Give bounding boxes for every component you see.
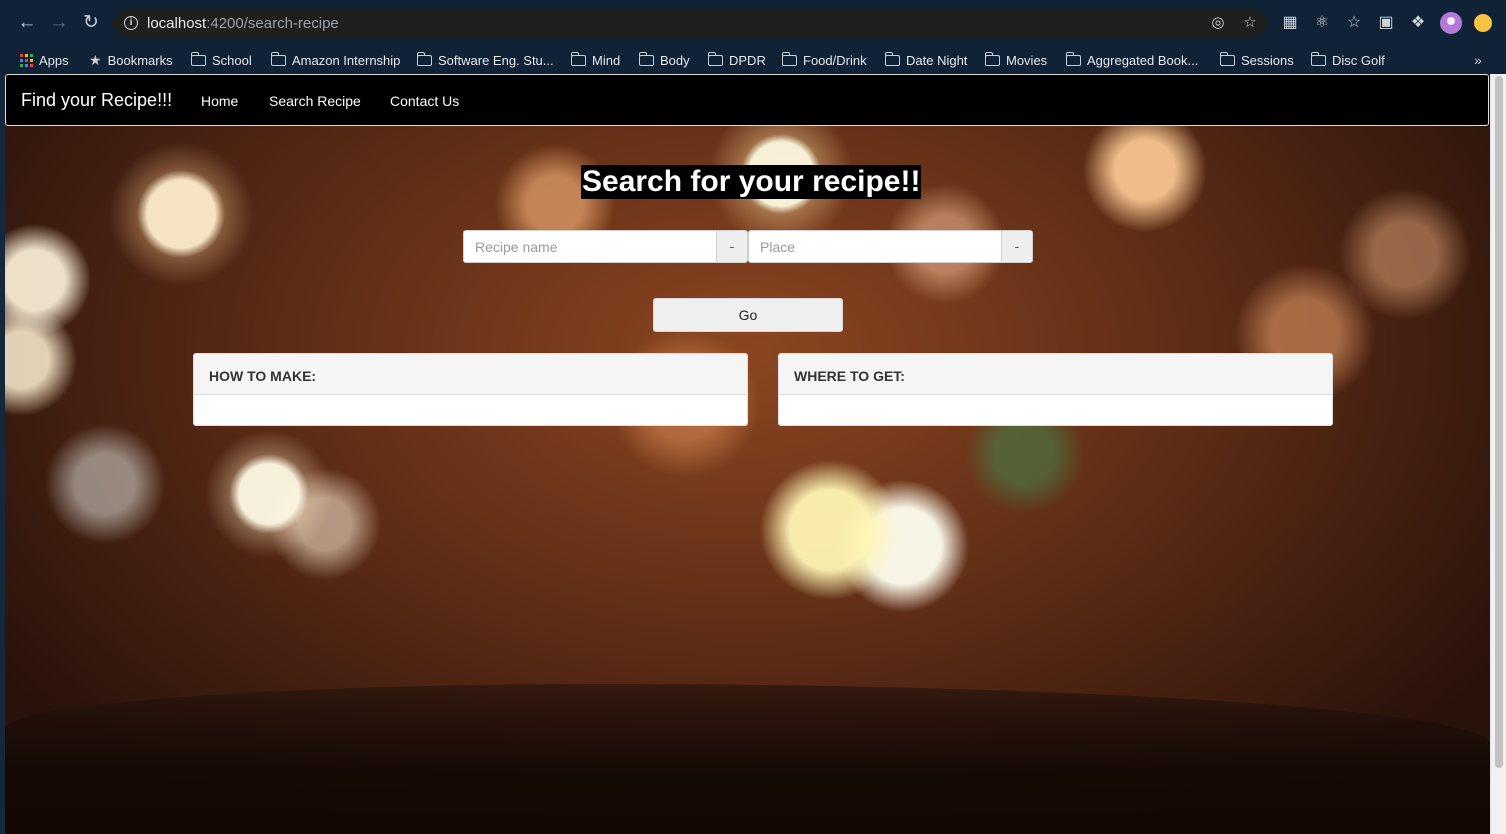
bookmark-bookmarks[interactable]: ★ Bookmarks — [89, 46, 173, 74]
extensions-puzzle-icon[interactable]: ❖ — [1408, 13, 1428, 33]
bookmark-apps[interactable]: Apps — [20, 46, 69, 74]
vertical-scrollbar[interactable] — [1490, 74, 1506, 834]
browser-toolbar: ← → ↻ i localhost:4200/search-recipe ◎ ☆… — [0, 0, 1506, 46]
forward-arrow-icon[interactable]: → — [48, 12, 70, 34]
update-indicator-icon[interactable] — [1474, 14, 1492, 32]
recipe-name-group: - — [463, 230, 748, 263]
folder-icon — [190, 51, 206, 66]
bookmark-folder-software-eng[interactable]: Software Eng. Stu... — [416, 46, 554, 74]
background-table-surface — [5, 684, 1490, 834]
bookmark-label: Bookmarks — [107, 52, 173, 68]
bookmark-folder-food-drink[interactable]: Food/Drink — [781, 46, 867, 74]
extension-star-icon[interactable]: ☆ — [1344, 13, 1364, 33]
extension-glasses-icon[interactable]: ▣ — [1376, 13, 1396, 33]
bookmark-folder-school[interactable]: School — [190, 46, 252, 74]
panel-heading: HOW TO MAKE: — [194, 354, 747, 395]
bookmark-label: Disc Golf — [1332, 52, 1385, 68]
place-group: - — [748, 230, 1033, 263]
bookmark-label: Movies — [1006, 52, 1048, 68]
folder-icon — [1065, 51, 1081, 66]
address-bar[interactable]: i localhost:4200/search-recipe ◎ ☆ — [114, 9, 1268, 37]
bookmark-folder-sessions[interactable]: Sessions — [1219, 46, 1294, 74]
nav-link-home[interactable]: Home — [201, 93, 238, 109]
star-icon: ★ — [89, 51, 102, 68]
bookmark-folder-movies[interactable]: Movies — [984, 46, 1048, 74]
place-addon: - — [1001, 230, 1033, 263]
reload-icon[interactable]: ↻ — [80, 12, 102, 34]
bookmark-label: Body — [660, 52, 690, 68]
bookmark-folder-disc-golf[interactable]: Disc Golf — [1310, 46, 1385, 74]
recipe-name-addon: - — [716, 230, 748, 263]
bookmark-label: Sessions — [1241, 52, 1294, 68]
bookmarks-bar: Apps ★ Bookmarks School Amazon Internshi… — [0, 46, 1506, 74]
panel-heading: WHERE TO GET: — [779, 354, 1332, 395]
recipe-name-input[interactable] — [463, 230, 716, 263]
bookmark-label: School — [212, 52, 252, 68]
react-devtools-icon[interactable]: ⚛ — [1312, 13, 1332, 33]
scrollbar-thumb[interactable] — [1495, 76, 1503, 768]
bookmark-star-icon[interactable]: ☆ — [1242, 15, 1258, 31]
extension-screenshot-icon[interactable]: ▦ — [1280, 13, 1300, 33]
folder-icon — [781, 51, 797, 66]
url-host: localhost — [147, 15, 207, 32]
folder-icon — [884, 51, 900, 66]
bookmark-label: Food/Drink — [803, 52, 867, 68]
bookmark-folder-mind[interactable]: Mind — [570, 46, 621, 74]
bookmark-folder-body[interactable]: Body — [638, 46, 690, 74]
bookmark-folder-dpdr[interactable]: DPDR — [707, 46, 766, 74]
folder-icon — [707, 51, 723, 66]
where-to-get-panel: WHERE TO GET: — [778, 353, 1333, 426]
place-input[interactable] — [748, 230, 1001, 263]
folder-icon — [570, 51, 586, 66]
bookmark-label: Software Eng. Stu... — [438, 52, 554, 68]
panel-body — [194, 395, 747, 425]
page-title: Search for your recipe!! — [581, 165, 922, 199]
apps-grid-icon — [20, 53, 33, 67]
bookmark-folder-aggregated-book[interactable]: Aggregated Book... — [1065, 46, 1199, 74]
nav-link-contact-us[interactable]: Contact Us — [390, 93, 459, 109]
bookmark-folder-amazon-internship[interactable]: Amazon Internship — [270, 46, 401, 74]
site-info-icon[interactable]: i — [124, 16, 138, 30]
folder-icon — [1219, 51, 1235, 66]
folder-icon — [638, 51, 654, 66]
app-navbar: Find your Recipe!!! Home Search Recipe C… — [5, 74, 1489, 126]
url-text: localhost:4200/search-recipe — [147, 15, 339, 32]
bookmark-label: Apps — [39, 52, 69, 68]
navbar-brand[interactable]: Find your Recipe!!! — [21, 90, 172, 111]
bookmarks-overflow-icon[interactable]: » — [1474, 46, 1482, 74]
go-button[interactable]: Go — [653, 298, 843, 332]
folder-icon — [416, 51, 432, 66]
how-to-make-panel: HOW TO MAKE: — [193, 353, 748, 426]
bookmark-label: Amazon Internship — [292, 52, 401, 68]
bookmark-label: Date Night — [906, 52, 968, 68]
nav-link-search-recipe[interactable]: Search Recipe — [269, 93, 361, 109]
profile-avatar[interactable] — [1440, 12, 1462, 34]
url-path: :4200/search-recipe — [206, 15, 339, 32]
folder-icon — [1310, 51, 1326, 66]
back-arrow-icon[interactable]: ← — [16, 12, 38, 34]
location-icon[interactable]: ◎ — [1210, 15, 1226, 31]
bookmark-label: Aggregated Book... — [1087, 52, 1199, 68]
folder-icon — [270, 51, 286, 66]
bookmark-label: Mind — [592, 52, 621, 68]
page-viewport: Find your Recipe!!! Home Search Recipe C… — [5, 74, 1490, 834]
bookmark-label: DPDR — [729, 52, 766, 68]
folder-icon — [984, 51, 1000, 66]
bookmark-folder-date-night[interactable]: Date Night — [884, 46, 968, 74]
panel-body — [779, 395, 1332, 425]
